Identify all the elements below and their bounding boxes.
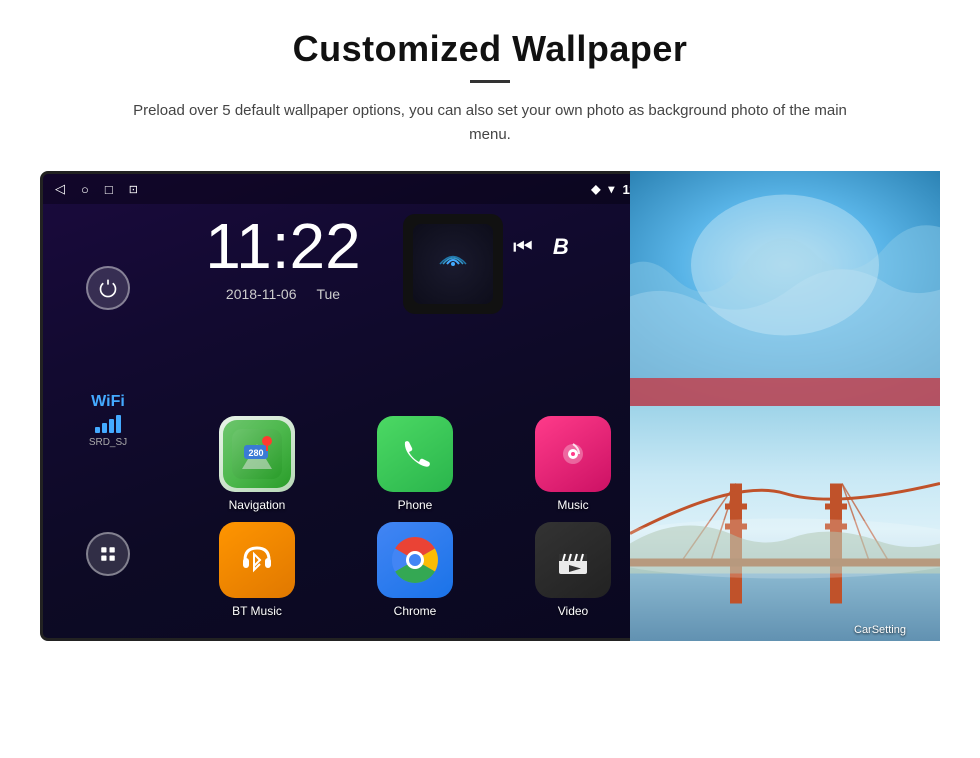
video-icon-svg bbox=[553, 540, 593, 580]
clock-date-value: 2018-11-06 bbox=[226, 286, 297, 302]
apps-grid-button[interactable] bbox=[86, 532, 130, 576]
android-screen: ◁ ○ □ ⊡ ◆ ▾ 11:22 bbox=[40, 171, 670, 641]
music-app-label: Music bbox=[557, 498, 588, 512]
video-app-label: Video bbox=[558, 604, 588, 618]
power-button[interactable] bbox=[86, 266, 130, 310]
recents-icon[interactable]: □ bbox=[105, 182, 113, 197]
home-icon[interactable]: ○ bbox=[81, 182, 89, 197]
apps-grid: 280 Navigation bbox=[173, 406, 657, 628]
video-app-icon bbox=[535, 522, 611, 598]
music-app-icon bbox=[535, 416, 611, 492]
status-bar: ◁ ○ □ ⊡ ◆ ▾ 11:22 bbox=[43, 174, 667, 204]
wifi-widget: WiFi SRD_SJ bbox=[89, 393, 127, 448]
location-icon: ◆ bbox=[591, 182, 600, 196]
app-item-phone[interactable]: Phone bbox=[341, 416, 489, 512]
music-icon-svg bbox=[553, 434, 593, 474]
chrome-app-icon bbox=[377, 522, 453, 598]
page-subtitle: Preload over 5 default wallpaper options… bbox=[130, 99, 850, 147]
bt-icon-svg bbox=[235, 538, 279, 582]
ice-cave-svg bbox=[630, 171, 940, 406]
wifi-bar-3 bbox=[109, 419, 114, 433]
phone-app-label: Phone bbox=[398, 498, 433, 512]
nav-icon-inner: 280 bbox=[223, 420, 291, 488]
clock-area: 11:22 2018-11-06 Tue bbox=[173, 214, 393, 302]
clock-day: Tue bbox=[316, 286, 340, 302]
wallpaper-top-panel[interactable] bbox=[630, 171, 940, 406]
bt-music-app-label: BT Music bbox=[232, 604, 282, 618]
main-content: ◁ ○ □ ⊡ ◆ ▾ 11:22 bbox=[40, 171, 940, 681]
prev-track-icon[interactable]: ⏮ bbox=[513, 234, 533, 260]
svg-text:280: 280 bbox=[248, 448, 263, 458]
media-icon-container bbox=[413, 224, 493, 304]
ice-cave-background bbox=[630, 171, 940, 406]
wifi-bar-4 bbox=[116, 415, 121, 433]
wallpaper-panels: CarSetting bbox=[630, 171, 940, 641]
phone-icon-svg bbox=[395, 434, 435, 474]
page-container: Customized Wallpaper Preload over 5 defa… bbox=[0, 0, 980, 758]
media-widget bbox=[403, 214, 503, 314]
bridge-svg bbox=[630, 406, 940, 641]
app-item-music[interactable]: Music bbox=[499, 416, 647, 512]
phone-app-icon bbox=[377, 416, 453, 492]
chrome-app-label: Chrome bbox=[394, 604, 437, 618]
navigation-app-icon: 280 bbox=[219, 416, 295, 492]
status-bar-left: ◁ ○ □ ⊡ bbox=[55, 181, 138, 197]
media-signal-icon bbox=[433, 244, 473, 284]
bt-music-app-icon bbox=[219, 522, 295, 598]
wifi-bar-1 bbox=[95, 427, 100, 433]
clock-date: 2018-11-06 Tue bbox=[173, 286, 393, 302]
title-divider bbox=[470, 80, 510, 83]
app-item-navigation[interactable]: 280 Navigation bbox=[183, 416, 331, 512]
wifi-bars bbox=[89, 415, 127, 433]
app-item-chrome[interactable]: Chrome bbox=[341, 522, 489, 618]
clock-time: 11:22 bbox=[173, 214, 393, 278]
sidebar: WiFi SRD_SJ bbox=[43, 204, 173, 638]
carsetting-label: CarSetting bbox=[840, 624, 920, 636]
wifi-ssid: SRD_SJ bbox=[89, 437, 127, 448]
media-controls: ⏮ B bbox=[513, 234, 569, 260]
navigation-app-label: Navigation bbox=[229, 498, 286, 512]
app-item-bt-music[interactable]: BT Music bbox=[183, 522, 331, 618]
header-section: Customized Wallpaper Preload over 5 defa… bbox=[0, 0, 980, 147]
letter-b-icon: B bbox=[553, 234, 569, 260]
back-icon[interactable]: ◁ bbox=[55, 181, 65, 197]
app-item-video[interactable]: Video bbox=[499, 522, 647, 618]
chrome-icon-svg bbox=[390, 535, 440, 585]
wallpaper-bottom-panel[interactable]: CarSetting bbox=[630, 406, 940, 641]
top-wallpaper-accent-bar bbox=[630, 378, 940, 406]
wifi-bar-2 bbox=[102, 423, 107, 433]
screenshot-icon[interactable]: ⊡ bbox=[129, 183, 138, 196]
page-title: Customized Wallpaper bbox=[40, 28, 940, 70]
wifi-status-icon: ▾ bbox=[608, 182, 614, 196]
wifi-label: WiFi bbox=[89, 393, 127, 411]
